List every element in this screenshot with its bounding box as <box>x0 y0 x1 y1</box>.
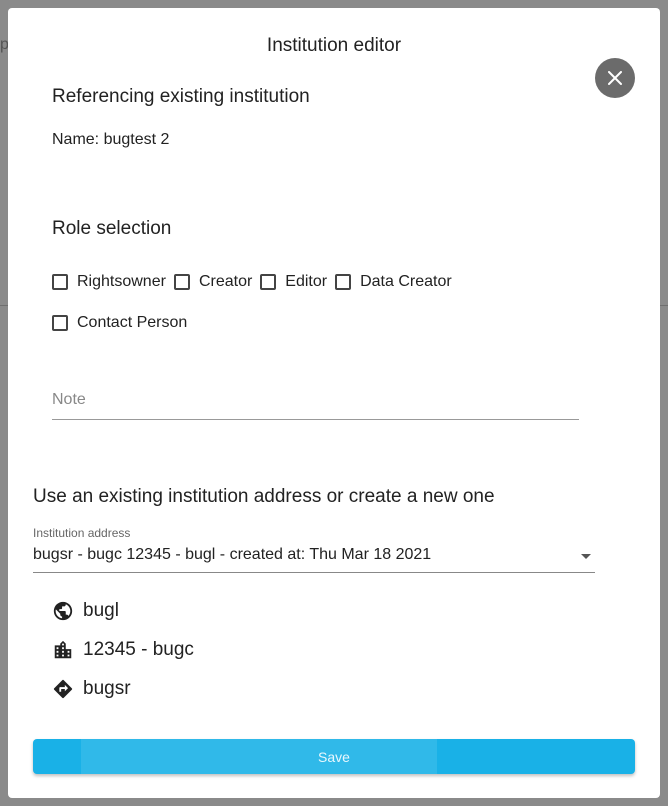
save-button-label: Save <box>318 748 350 765</box>
institution-editor-dialog: Institution editor Referencing existing … <box>8 8 660 798</box>
role-contact-person[interactable]: Contact Person <box>52 314 187 332</box>
address-postal-row: 12345 - bugc <box>52 639 194 661</box>
address-city-row: bugl <box>52 600 119 622</box>
role-label: Data Creator <box>360 273 452 290</box>
role-label: Editor <box>285 273 328 290</box>
dropdown-arrow-icon <box>581 554 591 559</box>
existing-institution-heading: Referencing existing institution <box>52 86 310 107</box>
role-row: Rightsowner Creator Editor Data Creator <box>52 272 612 292</box>
institution-name: Name: bugtest 2 <box>52 131 170 148</box>
directions-icon <box>53 679 73 699</box>
close-icon <box>608 71 622 85</box>
institution-address-value: bugsr - bugc 12345 - bugl - created at: … <box>33 546 432 563</box>
role-label: Creator <box>198 273 253 290</box>
data-creator-checkbox[interactable] <box>335 274 352 290</box>
role-label: Contact Person <box>77 314 188 331</box>
city-icon <box>54 640 72 659</box>
creator-checkbox[interactable] <box>173 274 190 290</box>
institution-address-label: Institution address <box>33 526 131 540</box>
globe-icon <box>53 601 73 621</box>
save-button-highlight <box>81 739 437 774</box>
role-checkbox-group: Rightsowner Creator Editor Data Creator … <box>52 272 612 354</box>
dialog-title: Institution editor <box>266 35 402 56</box>
address-street-row: bugsr <box>52 678 131 700</box>
close-button[interactable] <box>595 58 635 98</box>
role-data-creator[interactable]: Data Creator <box>335 273 452 291</box>
role-editor[interactable]: Editor <box>260 273 327 291</box>
contact-person-checkbox[interactable] <box>52 315 68 331</box>
role-selection-heading: Role selection <box>52 218 172 239</box>
address-section-heading: Use an existing institution address or c… <box>33 486 495 507</box>
role-rightsowner[interactable]: Rightsowner <box>52 273 166 291</box>
role-row: Contact Person <box>52 313 612 333</box>
role-creator[interactable]: Creator <box>173 273 253 291</box>
role-label: Rightsowner <box>77 273 166 290</box>
note-field[interactable]: Note <box>52 391 579 420</box>
institution-address-select[interactable]: Institution address bugsr - bugc 12345 -… <box>33 526 595 573</box>
rightsowner-checkbox[interactable] <box>52 274 68 290</box>
address-street-text: bugsr <box>83 678 131 699</box>
save-button[interactable]: Save <box>33 739 635 774</box>
address-postal-text: 12345 - bugc <box>83 639 194 660</box>
editor-checkbox[interactable] <box>260 274 277 290</box>
address-city-text: bugl <box>83 600 119 621</box>
note-placeholder: Note <box>52 391 86 408</box>
